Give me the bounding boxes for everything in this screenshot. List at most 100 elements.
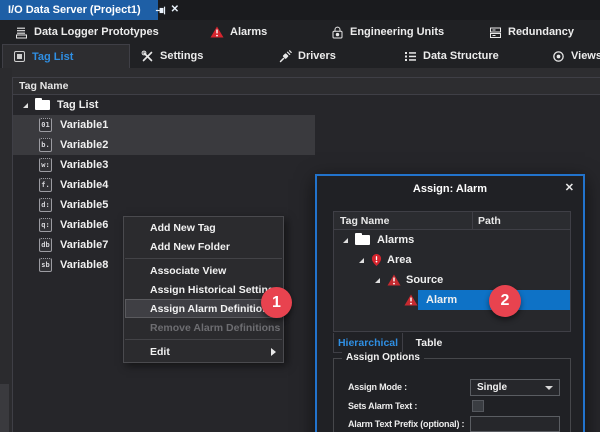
document-tab[interactable]: I/O Data Server (Project1) ✕: [0, 0, 158, 20]
alarm-tree-item-alarms[interactable]: Alarms: [334, 230, 570, 250]
tree-item-variable3[interactable]: w: Variable3: [13, 155, 600, 175]
menu-item-assign-historical-settings[interactable]: Assign Historical Settings: [124, 280, 283, 299]
alarm-source-icon: [387, 274, 401, 286]
datatype-icon: 01: [39, 118, 52, 132]
eye-icon: [552, 50, 565, 63]
datatype-icon: w:: [39, 158, 52, 172]
ribbon-label: Data Logger Prototypes: [34, 26, 159, 38]
tab-settings[interactable]: Settings: [141, 44, 203, 68]
column-path[interactable]: Path: [473, 215, 501, 227]
tab-table[interactable]: Table: [403, 333, 455, 353]
server-stack-icon: [489, 26, 502, 39]
menu-item-associate-view[interactable]: Associate View: [124, 261, 283, 280]
menu-item-add-new-folder[interactable]: Add New Folder: [124, 237, 283, 256]
menu-separator: [125, 258, 282, 259]
tree-label: Variable2: [60, 139, 108, 151]
sets-alarm-text-label: Sets Alarm Text :: [348, 401, 417, 411]
assign-alarm-dialog: Assign: Alarm ✕ Tag Name Path Alarms: [315, 174, 585, 432]
expander-icon[interactable]: [375, 278, 380, 283]
tree-label: Variable8: [60, 259, 108, 271]
tag-list-icon: [13, 50, 26, 63]
assign-options-group: Assign Options Assign Mode : Single Sets…: [333, 358, 571, 432]
title-bar: I/O Data Server (Project1) ✕: [0, 0, 600, 20]
menu-item-add-new-tag[interactable]: Add New Tag: [124, 218, 283, 237]
tree-label: Alarms: [377, 234, 414, 246]
ribbon-item-alarms[interactable]: Alarms: [210, 20, 267, 44]
dialog-close-icon[interactable]: ✕: [565, 181, 574, 194]
tree-label: Variable1: [60, 119, 108, 131]
folder-icon: [35, 100, 50, 110]
tree-label: Variable6: [60, 219, 108, 231]
tab-hierarchical[interactable]: Hierarchical: [333, 333, 403, 353]
menu-separator: [125, 339, 282, 340]
tree-label: Area: [387, 254, 411, 266]
left-rail: [0, 68, 12, 432]
tab-label: Data Structure: [423, 50, 499, 62]
data-logger-icon: [15, 26, 28, 39]
menu-item-assign-alarm-definition[interactable]: Assign Alarm Definition: [125, 299, 282, 318]
assign-mode-label: Assign Mode :: [348, 382, 407, 392]
column-header-tag-name[interactable]: Tag Name: [13, 78, 600, 95]
alarm-text-prefix-input[interactable]: [470, 416, 560, 432]
alarm-tree-item-source[interactable]: Source: [334, 270, 570, 290]
plug-icon: [279, 50, 292, 63]
alarm-tree: Tag Name Path Alarms Area: [333, 211, 571, 332]
app-window: I/O Data Server (Project1) ✕ Data Logger…: [0, 0, 600, 432]
ribbon-label: Redundancy: [508, 26, 574, 38]
assign-mode-dropdown[interactable]: Single: [470, 379, 560, 396]
tree-label: Variable7: [60, 239, 108, 251]
folder-icon: [355, 235, 370, 245]
ribbon: Data Logger Prototypes Alarms Engineerin…: [0, 20, 600, 44]
tab-label: Settings: [160, 50, 203, 62]
alarm-warning-icon: [210, 26, 224, 38]
tree-label: Source: [406, 274, 443, 286]
callout-badge-2: 2: [489, 285, 521, 317]
window-title: I/O Data Server (Project1): [8, 4, 141, 16]
ribbon-item-engineering-units[interactable]: Engineering Units: [331, 20, 444, 44]
tab-views[interactable]: Views: [552, 44, 600, 68]
menu-item-remove-alarm-definitions[interactable]: Remove Alarm Definitions: [124, 318, 283, 337]
expander-icon[interactable]: [23, 103, 28, 108]
datatype-icon: sb: [39, 258, 52, 272]
tab-label: Views: [571, 50, 600, 62]
alarm-tree-header: Tag Name Path: [334, 212, 570, 230]
callout-badge-1: 1: [261, 287, 292, 318]
datatype-icon: db: [39, 238, 52, 252]
datatype-icon: b.: [39, 138, 52, 152]
datatype-icon: d:: [39, 198, 52, 212]
chevron-down-icon: [545, 386, 553, 390]
tab-label: Drivers: [298, 50, 336, 62]
sets-alarm-text-checkbox[interactable]: [472, 400, 484, 412]
tab-drivers[interactable]: Drivers: [279, 44, 336, 68]
datatype-icon: q:: [39, 218, 52, 232]
alarm-tree-item-alarm-selected[interactable]: Alarm: [334, 290, 570, 310]
scrollbar-thumb[interactable]: [0, 384, 9, 432]
wrench-icon: [141, 50, 154, 63]
tab-data-structure[interactable]: Data Structure: [404, 44, 499, 68]
tree-item-variable2[interactable]: b. Variable2: [13, 135, 600, 155]
alarm-icon: [404, 294, 418, 306]
group-label: Assign Options: [342, 352, 424, 363]
ribbon-item-data-logger-prototypes[interactable]: Data Logger Prototypes: [15, 20, 159, 44]
view-tabs: Hierarchical Table: [333, 333, 455, 353]
lock-gear-icon: [331, 26, 344, 39]
alarm-text-prefix-label: Alarm Text Prefix (optional) :: [348, 419, 464, 429]
content-area: Tag Name Tag List 01 Variable1 b. Variab…: [0, 68, 600, 432]
close-icon[interactable]: ✕: [171, 5, 179, 15]
column-tag-name[interactable]: Tag Name: [334, 212, 473, 229]
tree-label: Variable5: [60, 199, 108, 211]
pin-icon[interactable]: [155, 5, 166, 16]
menu-item-edit[interactable]: Edit: [124, 342, 283, 361]
tab-tag-list[interactable]: Tag List: [2, 44, 130, 68]
tab-label: Tag List: [32, 51, 73, 63]
context-menu: Add New Tag Add New Folder Associate Vie…: [123, 216, 284, 363]
ribbon-item-redundancy[interactable]: Redundancy: [489, 20, 574, 44]
tree-root-tag-list[interactable]: Tag List: [13, 95, 600, 115]
tree-label: Tag List: [57, 99, 98, 111]
submenu-arrow-icon: [271, 348, 276, 356]
expander-icon[interactable]: [343, 238, 348, 243]
tree-item-variable1[interactable]: 01 Variable1: [13, 115, 600, 135]
alarm-tree-item-area[interactable]: Area: [334, 250, 570, 270]
expander-icon[interactable]: [359, 258, 364, 263]
tree-label: Variable3: [60, 159, 108, 171]
